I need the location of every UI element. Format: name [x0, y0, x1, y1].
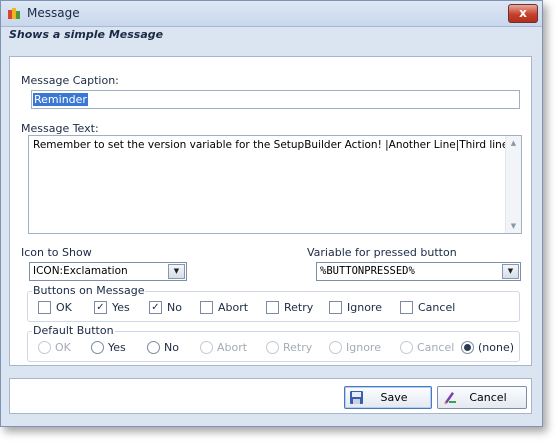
- checkbox-label: Cancel: [418, 301, 456, 314]
- checkbox-ok[interactable]: [38, 301, 51, 314]
- checkbox-label: OK: [56, 301, 72, 314]
- cancel-label: Cancel: [469, 391, 507, 404]
- checkbox-label: Abort: [218, 301, 249, 314]
- radio-default-ignore: [329, 341, 342, 354]
- variable-select-label: Variable for pressed button: [307, 246, 457, 259]
- app-icon: [8, 8, 20, 19]
- checkbox-label: Yes: [112, 301, 130, 314]
- default-button-group: Default Button OK Yes No Abort Retry Ignore Ca…: [27, 324, 520, 362]
- chevron-down-icon[interactable]: ▼: [168, 264, 185, 279]
- close-icon: x: [519, 6, 527, 20]
- radio-label: No: [164, 341, 179, 354]
- radio-default-retry: [266, 341, 279, 354]
- radio-label: Ignore: [346, 341, 381, 354]
- close-button[interactable]: x: [508, 4, 538, 23]
- scroll-up-icon[interactable]: ▲: [506, 139, 521, 147]
- checkbox-label: Ignore: [347, 301, 382, 314]
- dialog-subtitle: Shows a simple Message: [9, 28, 164, 41]
- radio-label: Abort: [217, 341, 248, 354]
- message-dialog: Message x Shows a simple Message Message…: [0, 0, 543, 427]
- buttons-group-title: Buttons on Message: [32, 284, 146, 297]
- scroll-down-icon[interactable]: ▼: [506, 222, 521, 230]
- main-panel: Message Caption: Reminder Message Text: …: [9, 56, 532, 366]
- checkbox-label: Retry: [284, 301, 314, 314]
- chevron-down-icon[interactable]: ▼: [502, 264, 519, 279]
- checkbox-cancel[interactable]: [400, 301, 413, 314]
- radio-default-none[interactable]: [461, 341, 474, 354]
- title-bar: Message x: [1, 1, 542, 27]
- radio-label: Cancel: [417, 341, 455, 354]
- radio-label: OK: [55, 341, 71, 354]
- checkbox-yes[interactable]: ✓: [94, 301, 107, 314]
- icon-select-label: Icon to Show: [21, 246, 92, 259]
- variable-select-value: %BUTTONPRESSED%: [320, 265, 415, 277]
- icon-select[interactable]: ICON:Exclamation ▼: [29, 262, 187, 281]
- save-label: Save: [380, 391, 408, 404]
- caption-value: Reminder: [33, 93, 88, 106]
- radio-default-cancel: [400, 341, 413, 354]
- radio-default-abort: [200, 341, 213, 354]
- message-text-value: Remember to set the version variable for…: [33, 139, 512, 151]
- checkbox-label: No: [167, 301, 182, 314]
- caption-input[interactable]: Reminder: [31, 90, 520, 109]
- text-scrollbar[interactable]: ▲ ▼: [505, 136, 521, 233]
- message-text-area[interactable]: Remember to set the version variable for…: [28, 135, 522, 234]
- caption-label: Message Caption:: [21, 74, 119, 87]
- save-button[interactable]: Save: [344, 386, 432, 409]
- radio-label: (none): [478, 341, 515, 354]
- checkbox-retry[interactable]: [266, 301, 279, 314]
- radio-default-yes[interactable]: [91, 341, 104, 354]
- message-text-label: Message Text:: [21, 122, 99, 135]
- action-bar: Save Cancel: [9, 378, 532, 414]
- radio-default-ok: [38, 341, 51, 354]
- radio-label: Retry: [283, 341, 313, 354]
- radio-default-no[interactable]: [147, 341, 160, 354]
- checkbox-ignore[interactable]: [329, 301, 342, 314]
- icon-select-value: ICON:Exclamation: [33, 265, 128, 277]
- variable-select[interactable]: %BUTTONPRESSED% ▼: [316, 262, 521, 281]
- buttons-on-message-group: Buttons on Message OK ✓ Yes ✓ No Abort Retry Ig…: [27, 284, 520, 322]
- cancel-button[interactable]: Cancel: [437, 386, 527, 409]
- window-title: Message: [27, 6, 80, 20]
- checkbox-no[interactable]: ✓: [149, 301, 162, 314]
- checkbox-abort[interactable]: [200, 301, 213, 314]
- default-group-title: Default Button: [32, 324, 115, 337]
- radio-label: Yes: [108, 341, 126, 354]
